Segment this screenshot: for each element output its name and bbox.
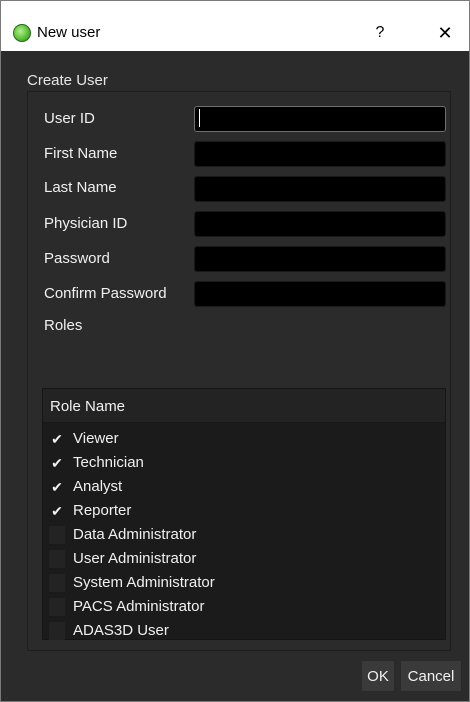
role-row-user-administrator[interactable]: User Administrator xyxy=(43,547,445,571)
window-title: New user xyxy=(37,24,101,41)
physician-id-label: Physician ID xyxy=(44,215,128,232)
confirm-password-input[interactable] xyxy=(194,281,446,307)
role-checkbox-technician[interactable]: ✔ xyxy=(49,454,65,472)
first-name-input[interactable] xyxy=(194,141,446,167)
role-name-column-header: Role Name xyxy=(50,398,126,415)
app-logo-icon xyxy=(13,24,31,42)
last-name-input[interactable] xyxy=(194,176,446,202)
create-user-group-title: Create User xyxy=(27,72,108,89)
role-checkbox-user-administrator[interactable] xyxy=(49,550,65,568)
role-label-pacs-administrator: PACS Administrator xyxy=(73,598,205,615)
close-button[interactable]: ✕ xyxy=(432,20,458,46)
physician-id-input[interactable] xyxy=(194,211,446,237)
first-name-label: First Name xyxy=(44,145,118,162)
role-checkbox-reporter[interactable]: ✔ xyxy=(49,502,65,520)
last-name-label: Last Name xyxy=(44,179,117,196)
new-user-dialog: New user ? ✕ Create User User ID First N… xyxy=(0,0,470,702)
role-checkbox-pacs-administrator[interactable] xyxy=(49,598,65,616)
role-label-analyst: Analyst xyxy=(73,478,123,495)
create-user-group: User ID First Name Last Name Physician I… xyxy=(27,91,451,651)
role-label-adas3d-user: ADAS3D User xyxy=(73,622,169,639)
role-row-system-administrator[interactable]: System Administrator xyxy=(43,571,445,595)
role-checkbox-analyst[interactable]: ✔ xyxy=(49,478,65,496)
title-bar: New user ? ✕ xyxy=(1,1,469,51)
role-row-adas3d-user[interactable]: ADAS3D User xyxy=(43,619,445,640)
role-row-pacs-administrator[interactable]: PACS Administrator xyxy=(43,595,445,619)
help-button[interactable]: ? xyxy=(369,21,391,45)
role-row-data-administrator[interactable]: Data Administrator xyxy=(43,523,445,547)
role-row-reporter[interactable]: ✔ Reporter xyxy=(43,499,445,523)
role-checkbox-system-administrator[interactable] xyxy=(49,574,65,592)
role-row-viewer[interactable]: ✔ Viewer xyxy=(43,427,445,451)
ok-button[interactable]: OK xyxy=(361,660,395,692)
text-caret xyxy=(199,109,200,127)
role-row-analyst[interactable]: ✔ Analyst xyxy=(43,475,445,499)
cancel-button[interactable]: Cancel xyxy=(400,660,462,692)
confirm-password-label: Confirm Password xyxy=(44,285,167,302)
password-input[interactable] xyxy=(194,246,446,272)
role-checkbox-data-administrator[interactable] xyxy=(49,526,65,544)
role-checkbox-viewer[interactable]: ✔ xyxy=(49,430,65,448)
role-label-system-administrator: System Administrator xyxy=(73,574,215,591)
role-label-user-administrator: User Administrator xyxy=(73,550,197,567)
user-id-label: User ID xyxy=(44,110,95,127)
dialog-content: Create User User ID First Name Last Name… xyxy=(1,51,469,701)
role-checkbox-adas3d-user[interactable] xyxy=(49,622,65,640)
role-label-data-administrator: Data Administrator xyxy=(73,526,197,543)
user-id-input[interactable] xyxy=(194,106,446,132)
roles-table-header[interactable]: Role Name xyxy=(43,389,445,423)
role-label-reporter: Reporter xyxy=(73,502,132,519)
roles-label: Roles xyxy=(44,317,83,334)
role-row-technician[interactable]: ✔ Technician xyxy=(43,451,445,475)
role-label-viewer: Viewer xyxy=(73,430,119,447)
password-label: Password xyxy=(44,250,110,267)
role-label-technician: Technician xyxy=(73,454,144,471)
roles-table[interactable]: Role Name ✔ Viewer ✔ Technician ✔ Analys… xyxy=(42,388,446,640)
